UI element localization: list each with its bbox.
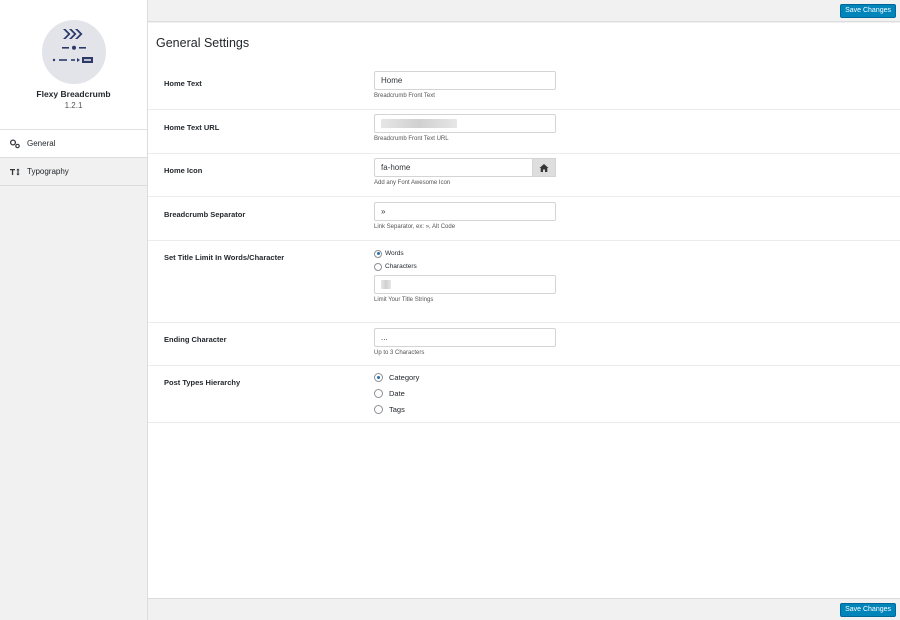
plugin-logo [41, 20, 106, 84]
gears-icon [9, 138, 21, 150]
home-icon [539, 163, 549, 172]
home-icon-description: Add any Font Awesome Icon [374, 180, 451, 186]
radio-tags-label: Tags [389, 404, 405, 414]
save-changes-button-top[interactable]: Save Changes [840, 4, 896, 18]
ending-character-description: Up to 3 Characters [374, 350, 425, 356]
radio-characters-label: Characters [385, 263, 417, 270]
radio-category-control[interactable] [374, 372, 383, 382]
top-toolbar: Save Changes [148, 0, 900, 22]
radio-tags-control[interactable] [374, 404, 383, 414]
home-text-label: Home Text [164, 79, 202, 88]
home-icon-input[interactable]: fa-home [374, 158, 532, 177]
title-limit-row: Set Title Limit In Words/Character Words… [148, 241, 900, 323]
sidebar-item-typography[interactable]: Typography [0, 158, 147, 186]
home-icon-label: Home Icon [164, 166, 203, 175]
separator-label: Breadcrumb Separator [164, 210, 246, 219]
home-url-description: Breadcrumb Front Text URL [374, 136, 449, 142]
ending-character-label: Ending Character [164, 335, 227, 344]
bottom-toolbar: Save Changes [148, 598, 900, 620]
app-window: Flexy Breadcrumb 1.2.1 General Typograph… [0, 0, 900, 620]
home-text-row: Home Text Home Breadcrumb Front Text [148, 67, 900, 110]
title-limit-label: Set Title Limit In Words/Character [164, 253, 285, 262]
title-limit-input[interactable] [374, 275, 556, 294]
radio-date-control[interactable] [374, 388, 383, 398]
text-height-icon [9, 166, 21, 178]
radio-characters[interactable]: Characters [374, 260, 556, 273]
radio-characters-control[interactable] [374, 262, 382, 271]
settings-panel: General Settings Home Text Home Breadcru… [148, 23, 900, 598]
redacted-url [381, 119, 457, 128]
radio-category-label: Category [389, 372, 420, 382]
icon-picker-button[interactable] [532, 158, 556, 177]
radio-date-label: Date [389, 388, 405, 398]
radio-words-control[interactable] [374, 249, 382, 258]
separator-row: Breadcrumb Separator » Link Separator, e… [148, 197, 900, 241]
redacted-limit [381, 280, 391, 289]
post-types-label: Post Types Hierarchy [164, 378, 241, 387]
title-limit-description: Limit Your Title Strings [374, 297, 434, 303]
plugin-brand: Flexy Breadcrumb 1.2.1 [0, 0, 147, 130]
home-text-description: Breadcrumb Front Text [374, 93, 435, 99]
separator-input[interactable]: » [374, 202, 556, 221]
sidebar: Flexy Breadcrumb 1.2.1 General Typograph… [0, 0, 148, 620]
ending-character-input[interactable]: ... [374, 328, 556, 347]
save-changes-button-bottom[interactable]: Save Changes [840, 603, 896, 617]
home-icon-row: Home Icon fa-home Add any Font Awesome I… [148, 154, 900, 197]
home-text-input[interactable]: Home [374, 71, 556, 90]
page-title: General Settings [156, 36, 250, 50]
radio-tags[interactable]: Tags [374, 401, 419, 417]
home-url-input[interactable] [374, 114, 556, 133]
sidebar-item-label: Typography [27, 167, 69, 176]
separator-description: Link Separator, ex: », Alt Code [374, 224, 456, 230]
post-types-row: Post Types Hierarchy Category Date Tags [148, 366, 900, 423]
radio-words-label: Words [385, 250, 404, 257]
sidebar-item-label: General [27, 139, 56, 148]
home-url-row: Home Text URL Breadcrumb Front Text URL [148, 110, 900, 154]
plugin-version: 1.2.1 [64, 101, 83, 110]
sidebar-item-general[interactable]: General [0, 130, 147, 158]
radio-category[interactable]: Category [374, 369, 419, 385]
plugin-name: Flexy Breadcrumb [36, 89, 111, 99]
home-url-label: Home Text URL [164, 123, 220, 132]
radio-date[interactable]: Date [374, 385, 419, 401]
ending-character-row: Ending Character ... Up to 3 Characters [148, 323, 900, 366]
radio-words[interactable]: Words [374, 247, 556, 260]
